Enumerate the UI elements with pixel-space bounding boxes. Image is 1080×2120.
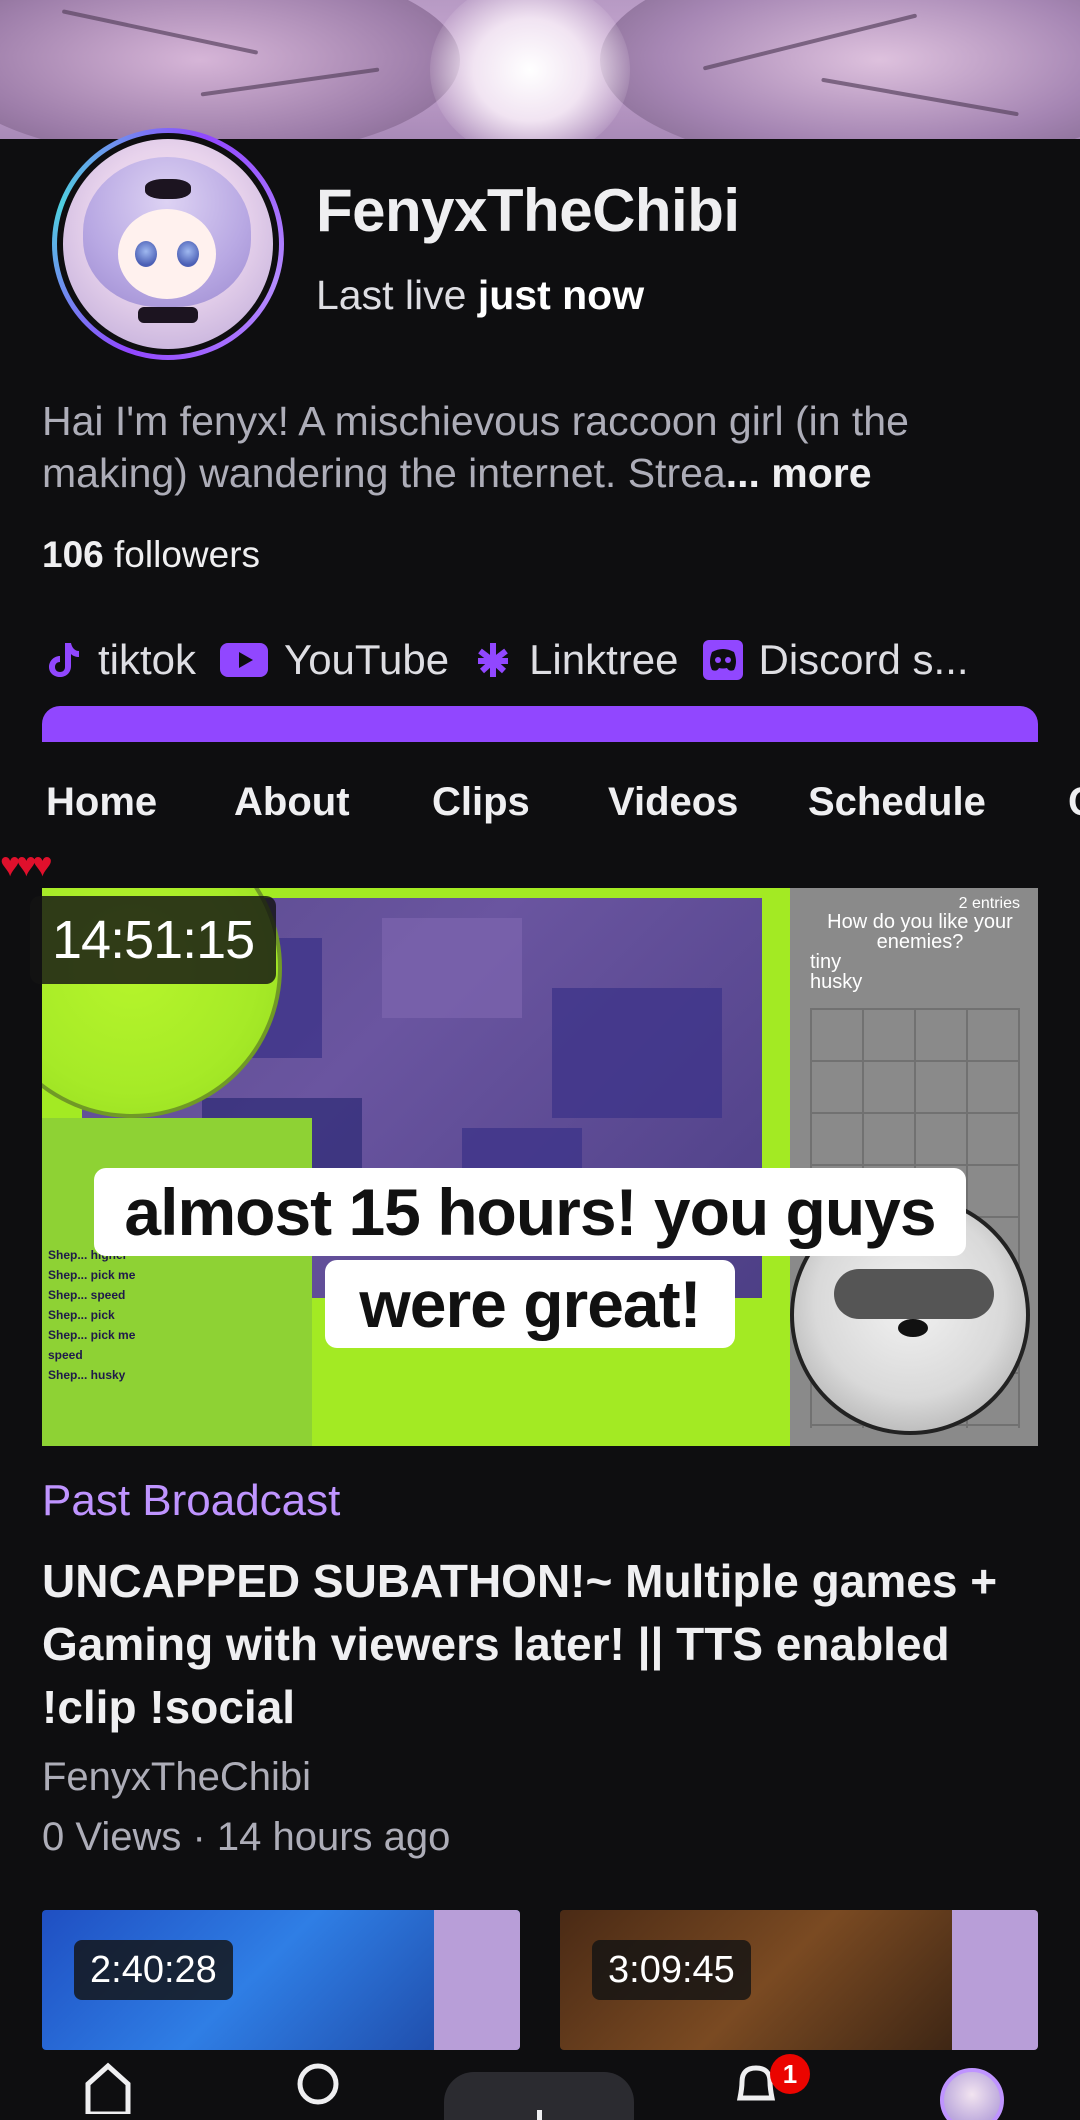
video-channel-name[interactable]: FenyxTheChibi — [42, 1755, 311, 1800]
followers-label: followers — [114, 534, 261, 575]
nav-search[interactable] — [280, 2058, 360, 2120]
video-thumbnail[interactable]: 2:40:28 — [42, 1910, 520, 2050]
social-link-linktree[interactable]: Linktree — [473, 636, 679, 684]
caption-line-2: were great! — [325, 1260, 735, 1348]
tiktok-icon — [42, 640, 82, 680]
channel-banner — [0, 0, 1080, 139]
chat-line: Shep... husky — [48, 1368, 126, 1382]
video-title[interactable]: UNCAPPED SUBATHON!~ Multiple games + Gam… — [42, 1550, 1042, 1739]
social-link-discord[interactable]: Discord s... — [702, 636, 969, 684]
video-type-label: Past Broadcast — [42, 1476, 341, 1525]
bio-more-link[interactable]: ... more — [726, 450, 872, 496]
video-duration: 3:09:45 — [592, 1940, 751, 2000]
notifications-badge: 1 — [770, 2054, 810, 2094]
social-label-tiktok: tiktok — [98, 636, 197, 683]
tab-home[interactable]: Home — [46, 780, 157, 825]
followers-number: 106 — [42, 534, 104, 575]
nav-home[interactable] — [68, 2058, 148, 2120]
last-live-status: Last live just now — [316, 272, 644, 319]
channel-tabs: Home About Clips Videos Schedule C — [0, 770, 1080, 846]
video-duration: 2:40:28 — [74, 1940, 233, 2000]
last-live-value: just now — [477, 272, 645, 318]
last-live-prefix: Last live — [316, 272, 467, 318]
linktree-icon — [473, 640, 513, 680]
poll-option: tiny — [810, 951, 842, 973]
channel-bio: Hai I'm fenyx! A mischievous raccoon gir… — [42, 395, 1042, 499]
timer-overlay: 14:51:15 — [30, 896, 277, 984]
channel-name: FenyxTheChibi — [316, 177, 740, 244]
social-label-discord: Discord s... — [758, 636, 969, 683]
tab-videos[interactable]: Videos — [608, 780, 738, 825]
channel-avatar[interactable] — [52, 128, 284, 360]
social-label-youtube: YouTube — [284, 636, 450, 683]
youtube-icon — [220, 640, 269, 680]
caption-line-1: almost 15 hours! you guys — [94, 1168, 966, 1256]
social-link-tiktok[interactable]: tiktok — [42, 636, 196, 684]
social-label-linktree: Linktree — [529, 636, 679, 683]
social-links: tiktok YouTube Linktree Discord s... — [42, 630, 993, 690]
plus-icon — [537, 2110, 542, 2120]
poll-question: How do you like your enemies? — [827, 911, 1013, 953]
chat-line: speed — [48, 1348, 83, 1362]
tab-schedule[interactable]: Schedule — [808, 780, 986, 825]
video-meta: 0 Views · 14 hours ago — [42, 1815, 451, 1859]
tab-collections[interactable]: C — [1068, 780, 1080, 825]
hearts-icon: ♥♥♥ — [0, 846, 53, 884]
poll-option: husky — [810, 971, 863, 993]
video-caption: almost 15 hours! you guys were great! — [80, 1168, 980, 1348]
follow-button[interactable] — [42, 706, 1038, 742]
search-icon — [297, 2063, 339, 2105]
video-thumbnail[interactable]: 3:09:45 — [560, 1910, 1038, 2050]
bottom-navigation — [0, 2050, 1080, 2120]
tab-clips[interactable]: Clips — [432, 780, 530, 825]
social-link-youtube[interactable]: YouTube — [220, 636, 449, 684]
create-button[interactable] — [444, 2072, 634, 2120]
home-icon — [85, 2062, 131, 2114]
tab-about[interactable]: About — [234, 780, 350, 825]
followers-count: 106 followers — [42, 534, 260, 576]
discord-icon — [702, 640, 743, 680]
